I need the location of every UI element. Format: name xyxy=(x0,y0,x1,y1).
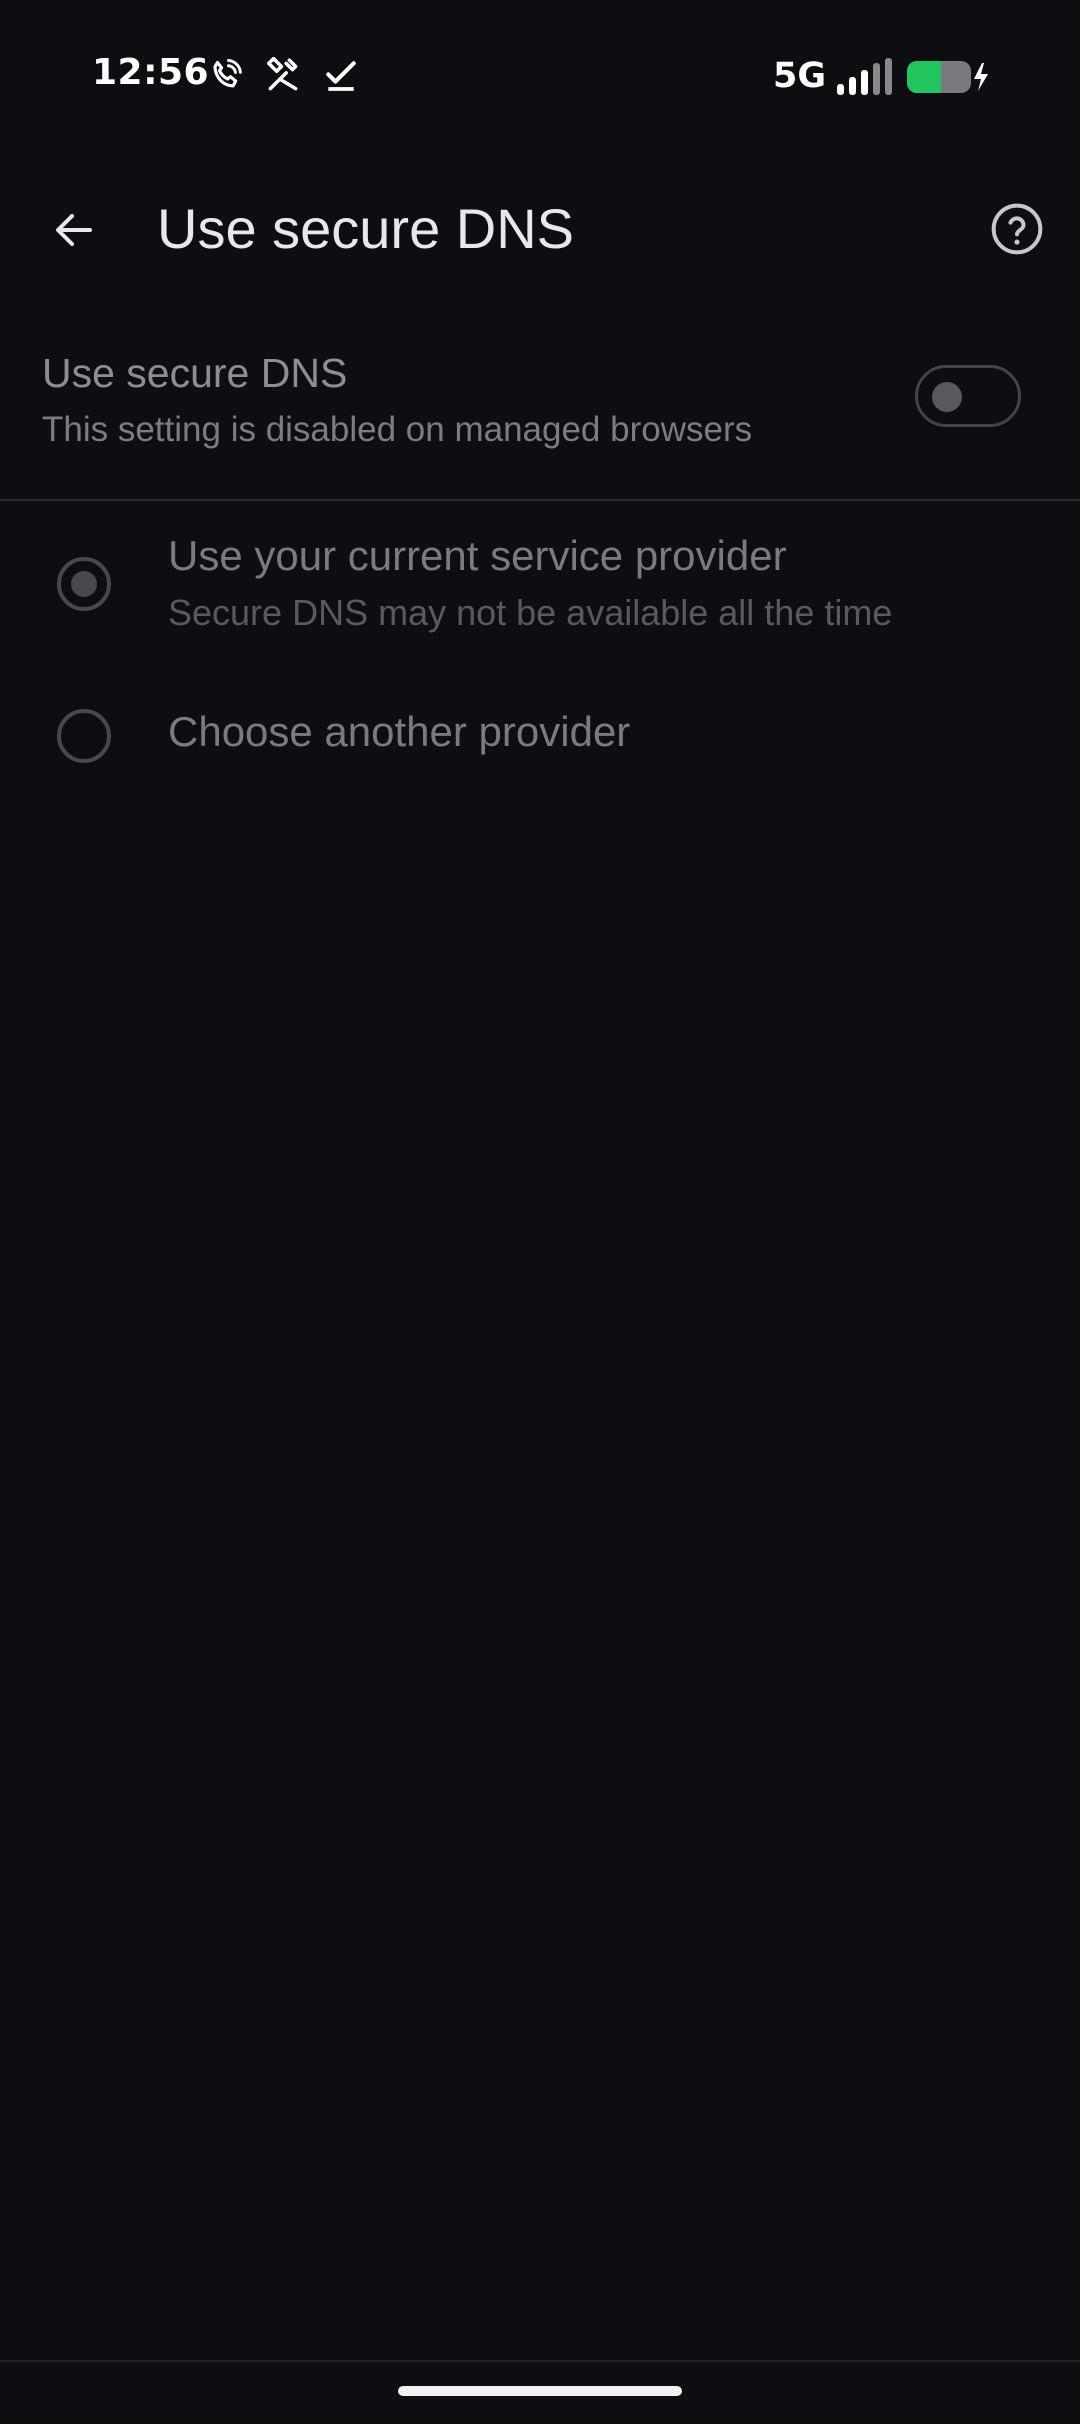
radio-button-unselected[interactable] xyxy=(57,709,111,763)
switch-knob xyxy=(932,382,962,412)
help-circle-icon xyxy=(991,203,1043,255)
back-button[interactable] xyxy=(36,192,112,268)
option-current-provider-label: Use your current service provider xyxy=(168,532,787,579)
option-another-provider[interactable]: Choose another provider xyxy=(0,690,1080,780)
help-button[interactable] xyxy=(980,192,1054,266)
radio-dot xyxy=(71,571,97,597)
status-time: 12:56 xyxy=(92,52,210,93)
task-done-icon xyxy=(326,61,356,91)
network-type: 5G xyxy=(773,56,827,96)
secure-dns-toggle-row: Use secure DNS This setting is disabled … xyxy=(0,330,1080,500)
option-current-provider-description: Secure DNS may not be available all the … xyxy=(168,592,893,633)
option-current-provider[interactable]: Use your current service provider Secure… xyxy=(0,520,1080,650)
status-bar: 12:56 5G xyxy=(0,0,1080,150)
secure-dns-switch[interactable] xyxy=(915,365,1021,427)
nav-divider xyxy=(0,2360,1080,2362)
signal-icon xyxy=(837,58,892,95)
tools-icon xyxy=(267,57,298,91)
arrow-back-icon xyxy=(56,214,92,246)
secure-dns-title: Use secure DNS xyxy=(42,350,348,396)
app-bar: Use secure DNS xyxy=(0,170,1080,280)
radio-button-selected[interactable] xyxy=(57,557,111,611)
battery-charging-icon xyxy=(907,61,988,93)
secure-dns-subtitle: This setting is disabled on managed brow… xyxy=(42,410,753,449)
wifi-calling-icon xyxy=(213,59,242,88)
section-divider xyxy=(0,499,1080,501)
page-title: Use secure DNS xyxy=(157,197,575,260)
gesture-navigation-bar[interactable] xyxy=(398,2386,682,2396)
option-another-provider-label: Choose another provider xyxy=(168,708,631,755)
